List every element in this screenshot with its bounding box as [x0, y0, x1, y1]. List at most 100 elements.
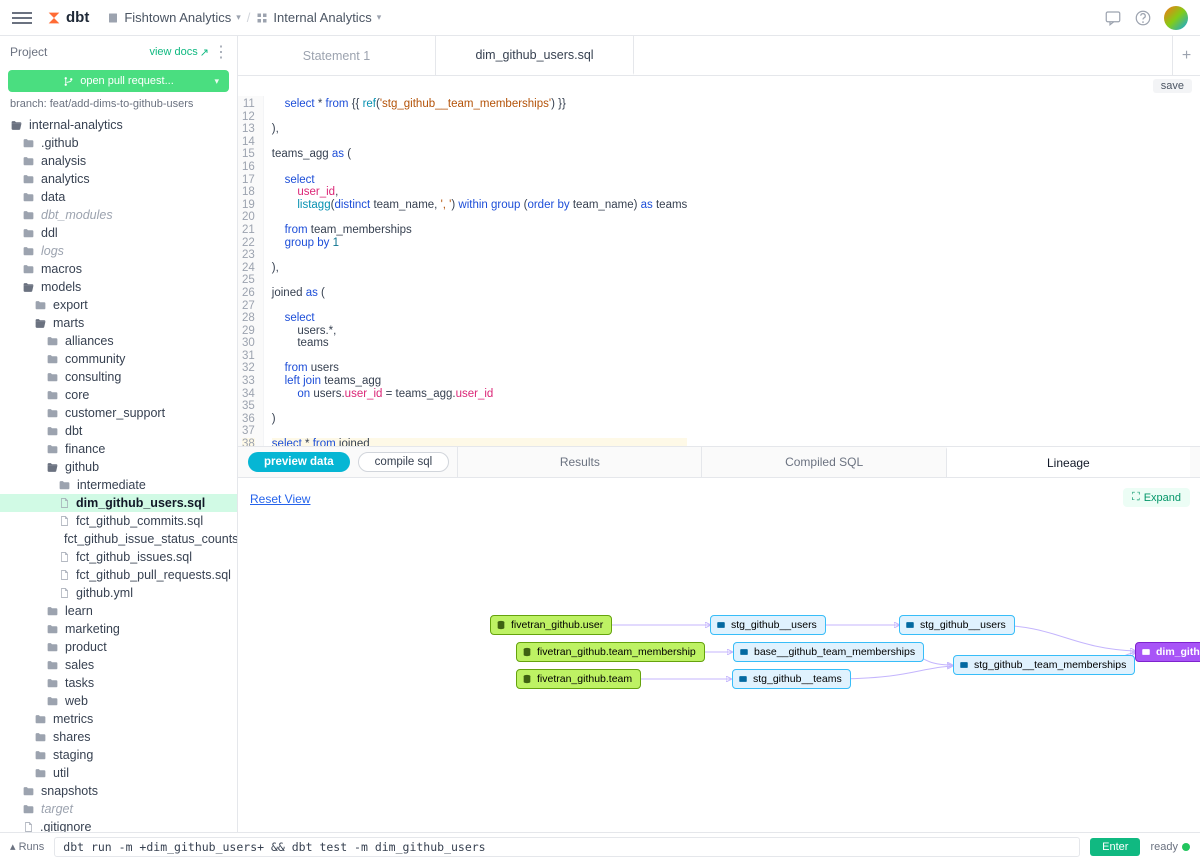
topbar: dbt Fishtown Analytics▾ / Internal Analy… [0, 0, 1200, 36]
tab-statement-1[interactable]: Statement 1 [238, 36, 436, 75]
lineage-node-model[interactable]: base__github_team_memberships [733, 642, 924, 662]
tree-item[interactable]: metrics [0, 710, 237, 728]
lineage-node-current[interactable]: dim_github_users [1135, 642, 1200, 662]
avatar[interactable] [1164, 6, 1188, 30]
save-button[interactable]: save [1153, 79, 1192, 93]
dbt-logo-icon [46, 10, 62, 26]
tree-item[interactable]: analysis [0, 152, 237, 170]
tree-item[interactable]: ddl [0, 224, 237, 242]
command-input[interactable] [54, 837, 1080, 857]
lineage-node-model[interactable]: stg_github__users [899, 615, 1015, 635]
lineage-node-model[interactable]: stg_github__teams [732, 669, 851, 689]
enter-button[interactable]: Enter [1090, 838, 1140, 856]
model-icon [1141, 647, 1151, 657]
breadcrumb-project[interactable]: Internal Analytics▾ [256, 10, 381, 25]
lineage-panel: Reset View ⛶ Expand fivetran_github.user [238, 478, 1200, 832]
tree-item[interactable]: logs [0, 242, 237, 260]
chat-icon[interactable] [1104, 9, 1122, 27]
code-editor[interactable]: 1112131415161718192021222324252627282930… [238, 96, 1200, 446]
tree-item[interactable]: github [0, 458, 237, 476]
tree-item[interactable]: alliances [0, 332, 237, 350]
status-ready: ready [1150, 841, 1190, 853]
tree-item[interactable]: sales [0, 656, 237, 674]
tab-compiled-sql[interactable]: Compiled SQL [701, 447, 945, 477]
tree-item[interactable]: dbt_modules [0, 206, 237, 224]
grid-icon [256, 12, 268, 24]
tree-item[interactable]: target [0, 800, 237, 818]
help-icon[interactable] [1134, 9, 1152, 27]
git-branch-icon [63, 76, 74, 87]
breadcrumb: Fishtown Analytics▾ / Internal Analytics… [107, 10, 381, 25]
logo[interactable]: dbt [46, 9, 89, 26]
tab-dim-github-users[interactable]: dim_github_users.sql [436, 36, 634, 75]
tree-item[interactable]: snapshots [0, 782, 237, 800]
tree-item[interactable]: product [0, 638, 237, 656]
tree-item[interactable]: macros [0, 260, 237, 278]
editor-tabs: Statement 1 dim_github_users.sql + [238, 36, 1200, 76]
lineage-node-source[interactable]: fivetran_github.team [516, 669, 641, 689]
sidebar-title: Project [10, 45, 47, 59]
view-docs-link[interactable]: view docs ↗ [149, 46, 209, 59]
tree-item[interactable]: consulting [0, 368, 237, 386]
building-icon [107, 12, 119, 24]
tree-item[interactable]: models [0, 278, 237, 296]
breadcrumb-project-label: Internal Analytics [273, 10, 371, 25]
model-icon [739, 647, 749, 657]
tree-item[interactable]: data [0, 188, 237, 206]
compile-sql-button[interactable]: compile sql [358, 452, 450, 472]
tree-item[interactable]: learn [0, 602, 237, 620]
runs-toggle[interactable]: ▴ Runs [10, 840, 44, 853]
tree-item[interactable]: fct_github_issue_status_counts.sql [0, 530, 237, 548]
tree-item[interactable]: fct_github_pull_requests.sql [0, 566, 237, 584]
tree-item[interactable]: community [0, 350, 237, 368]
database-icon [522, 674, 532, 684]
tree-item[interactable]: .gitignore [0, 818, 237, 832]
tree-item[interactable]: customer_support [0, 404, 237, 422]
results-toolbar: preview data compile sql Results Compile… [238, 446, 1200, 478]
tree-item[interactable]: marts [0, 314, 237, 332]
lineage-graph[interactable]: fivetran_github.user fivetran_github.tea… [238, 478, 1200, 832]
tree-item[interactable]: .github [0, 134, 237, 152]
tab-results[interactable]: Results [457, 447, 701, 477]
model-icon [716, 620, 726, 630]
logo-text: dbt [66, 9, 89, 26]
tree-item[interactable]: export [0, 296, 237, 314]
tree-item[interactable]: core [0, 386, 237, 404]
hamburger-menu-icon[interactable] [12, 12, 32, 24]
preview-data-button[interactable]: preview data [248, 452, 350, 472]
tree-item[interactable]: intermediate [0, 476, 237, 494]
add-tab-button[interactable]: + [1172, 36, 1200, 75]
model-icon [905, 620, 915, 630]
sidebar: Project view docs ↗ ⋮ open pull request.… [0, 36, 238, 832]
command-bar: ▴ Runs Enter ready [0, 832, 1200, 860]
tree-item[interactable]: fct_github_commits.sql [0, 512, 237, 530]
tree-item[interactable]: dim_github_users.sql [0, 494, 237, 512]
tree-item[interactable]: internal-analytics [0, 116, 237, 134]
tree-item[interactable]: fct_github_issues.sql [0, 548, 237, 566]
lineage-node-source[interactable]: fivetran_github.user [490, 615, 612, 635]
tree-item[interactable]: marketing [0, 620, 237, 638]
branch-button-label: open pull request... [80, 75, 174, 87]
tree-item[interactable]: tasks [0, 674, 237, 692]
open-pull-request-button[interactable]: open pull request... [8, 70, 229, 92]
tree-item[interactable]: web [0, 692, 237, 710]
code-content: select * from {{ ref('stg_github__team_m… [264, 96, 696, 446]
breadcrumb-org[interactable]: Fishtown Analytics▾ [107, 10, 240, 25]
lineage-node-model[interactable]: stg_github__users [710, 615, 826, 635]
branch-name: branch: feat/add-dims-to-github-users [0, 94, 237, 116]
tab-lineage[interactable]: Lineage [946, 447, 1190, 477]
breadcrumb-org-label: Fishtown Analytics [124, 10, 231, 25]
tree-item[interactable]: dbt [0, 422, 237, 440]
database-icon [522, 647, 532, 657]
tree-item[interactable]: analytics [0, 170, 237, 188]
tree-item[interactable]: util [0, 764, 237, 782]
tree-item[interactable]: github.yml [0, 584, 237, 602]
lineage-node-model[interactable]: stg_github__team_memberships [953, 655, 1135, 675]
tree-item[interactable]: finance [0, 440, 237, 458]
model-icon [738, 674, 748, 684]
model-icon [959, 660, 969, 670]
lineage-node-source[interactable]: fivetran_github.team_membership [516, 642, 705, 662]
sidebar-more-icon[interactable]: ⋮ [213, 42, 227, 62]
tree-item[interactable]: shares [0, 728, 237, 746]
tree-item[interactable]: staging [0, 746, 237, 764]
